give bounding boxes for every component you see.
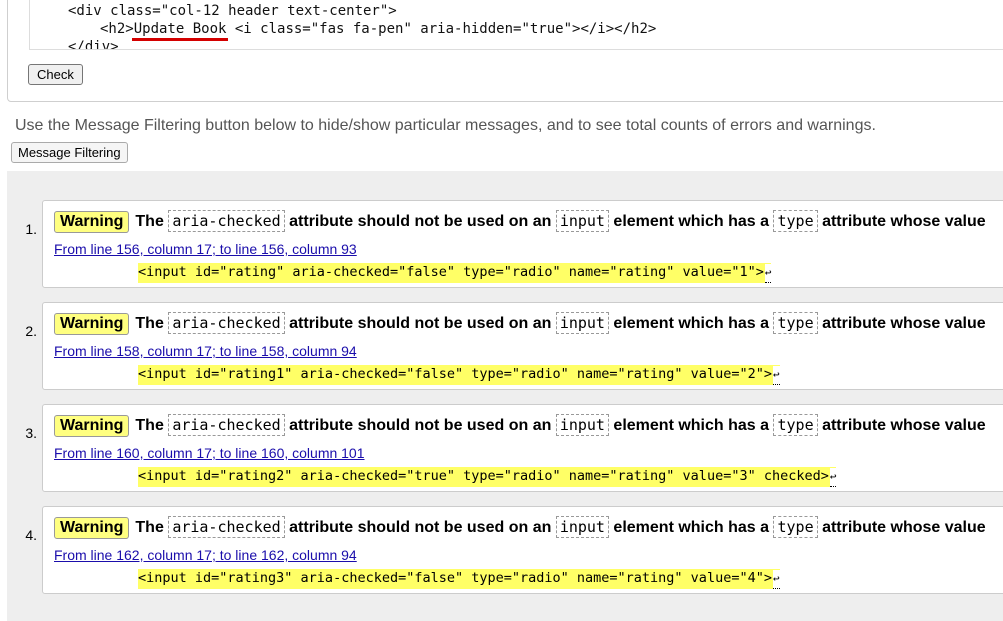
extract-code: <input id="rating2" aria-checked="true" … [138, 467, 837, 487]
list-item: 3. Warning The aria-checked attribute sho… [25, 404, 1003, 492]
location-link[interactable]: From line 156, column 17; to line 156, c… [54, 241, 357, 257]
message-text-part: attribute should not be used on an [289, 213, 552, 230]
return-icon: ↩ [764, 264, 772, 283]
message-number: 4. [25, 527, 37, 543]
return-icon: ↩ [829, 468, 837, 487]
warning-badge: Warning [54, 313, 130, 335]
extract-code-text: <input id="rating2" aria-checked="true" … [138, 468, 829, 484]
list-item: 1. Warning The aria-checked attribute sho… [25, 200, 1003, 288]
message-text: Warning The aria-checked attribute should… [54, 312, 986, 336]
message-text-part: attribute whose value [822, 315, 986, 332]
warning-badge: Warning [54, 415, 130, 437]
extract-code: <input id="rating" aria-checked="false" … [138, 263, 772, 283]
source-line-part: <i class="fas fa-pen" aria-hidden="true"… [226, 21, 657, 37]
message-text-part: attribute whose value [822, 213, 986, 230]
source-line: <div class="col-12 header text-center"> [68, 3, 397, 19]
message-text-part: attribute whose value [822, 417, 986, 434]
extract-code-text: <input id="rating1" aria-checked="false"… [138, 366, 772, 382]
code-keyword: aria-checked [168, 516, 285, 538]
location-link[interactable]: From line 162, column 17; to line 162, c… [54, 547, 357, 563]
message-text-part: The [135, 213, 164, 230]
code-keyword: aria-checked [168, 414, 285, 436]
message-text-part: The [135, 417, 164, 434]
source-code-area[interactable]: <div class="col-12 header text-center"> … [29, 0, 1003, 50]
code-keyword: input [555, 414, 609, 436]
code-keyword: type [773, 414, 818, 436]
location-link[interactable]: From line 158, column 17; to line 158, c… [54, 343, 357, 359]
source-line: <h2>Update Book <i class="fas fa-pen" ar… [100, 20, 656, 38]
message-text-part: element which has a [613, 213, 770, 230]
message-text-part: element which has a [613, 417, 770, 434]
code-keyword: aria-checked [168, 312, 285, 334]
message-number: 3. [25, 425, 37, 441]
filter-info-text: Use the Message Filtering button below t… [15, 117, 876, 134]
location-link[interactable]: From line 160, column 17; to line 160, c… [54, 445, 365, 461]
return-icon: ↩ [772, 366, 780, 385]
code-keyword: type [773, 210, 818, 232]
error-highlight: Update Book [133, 21, 227, 37]
extract-code-text: <input id="rating" aria-checked="false" … [138, 264, 764, 280]
code-keyword: aria-checked [168, 210, 285, 232]
message-text-part: attribute should not be used on an [289, 519, 552, 536]
list-item: 2. Warning The aria-checked attribute sho… [25, 302, 1003, 390]
warning-badge: Warning [54, 211, 130, 233]
message-text-part: element which has a [613, 315, 770, 332]
code-keyword: input [555, 516, 609, 538]
message-number: 2. [25, 323, 37, 339]
message-text-part: attribute should not be used on an [289, 315, 552, 332]
extract-code: <input id="rating3" aria-checked="false"… [138, 569, 780, 589]
results-list: 1. Warning The aria-checked attribute sho… [7, 171, 1003, 621]
code-keyword: type [773, 312, 818, 334]
message-text-part: element which has a [613, 519, 770, 536]
check-button[interactable]: Check [28, 64, 83, 85]
warning-badge: Warning [54, 517, 130, 539]
source-panel: <div class="col-12 header text-center"> … [7, 0, 1003, 102]
message-text-part: attribute whose value [822, 519, 986, 536]
message-text: Warning The aria-checked attribute should… [54, 516, 986, 540]
return-icon: ↩ [772, 570, 780, 589]
source-line-part: <h2> [100, 21, 134, 37]
extract-code: <input id="rating1" aria-checked="false"… [138, 365, 780, 385]
message-text-part: attribute should not be used on an [289, 417, 552, 434]
list-item: 4. Warning The aria-checked attribute sho… [25, 506, 1003, 594]
code-keyword: input [555, 312, 609, 334]
message-text-part: The [135, 315, 164, 332]
message-text-part: The [135, 519, 164, 536]
code-keyword: type [773, 516, 818, 538]
source-line: </div> [68, 39, 119, 50]
message-filtering-button[interactable]: Message Filtering [11, 142, 128, 163]
message-number: 1. [25, 221, 37, 237]
code-keyword: input [555, 210, 609, 232]
message-text: Warning The aria-checked attribute should… [54, 210, 986, 234]
extract-code-text: <input id="rating3" aria-checked="false"… [138, 570, 772, 586]
message-text: Warning The aria-checked attribute should… [54, 414, 986, 438]
